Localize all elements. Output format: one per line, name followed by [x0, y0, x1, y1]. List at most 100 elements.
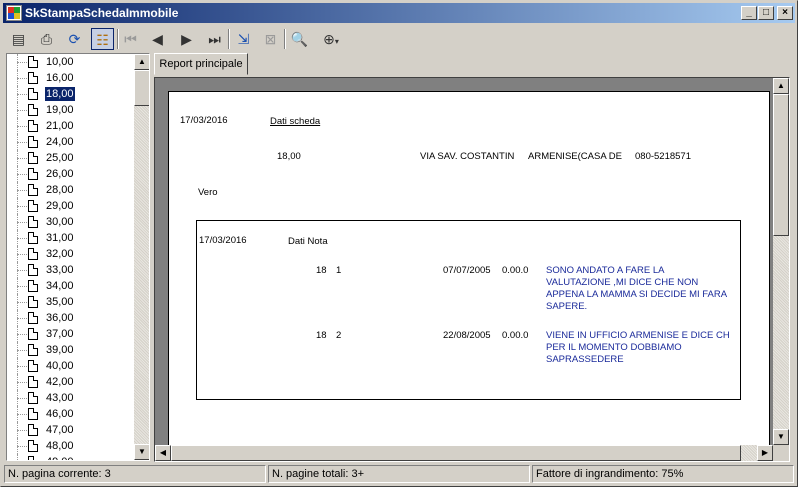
document-map-tree[interactable]: 10,00 16,00 18,00 19,00 21,00 24,00 25,00 26,00… [6, 53, 150, 461]
tree-item[interactable]: 47,00 [7, 422, 134, 438]
tree-item-label: 42,00 [46, 376, 74, 388]
tree-item-label: 19,00 [46, 104, 74, 116]
refresh-icon: ⟳ [68, 31, 81, 47]
app-icon [6, 5, 22, 21]
property-owner: ARMENISE(CASA DE [528, 151, 622, 162]
tree-line [17, 190, 27, 191]
document-icon [28, 184, 38, 196]
tree-item-label: 40,00 [46, 360, 74, 372]
tree-item[interactable]: 33,00 [7, 262, 134, 278]
tree-item[interactable]: 10,00 [7, 54, 134, 70]
tree-scrollbar[interactable]: ▲ ▼ [134, 54, 149, 460]
document-icon [28, 88, 38, 100]
last-page-button[interactable]: ⏭ [203, 28, 226, 50]
tree-item[interactable]: 48,00 [7, 438, 134, 454]
scroll-down-button[interactable]: ▼ [773, 429, 789, 445]
previous-page-button[interactable]: ◀ [146, 28, 169, 50]
tree-line [17, 174, 27, 175]
export-button[interactable]: ▤ [7, 28, 30, 50]
document-map-button[interactable]: ☷ [91, 28, 114, 50]
tree-item[interactable]: 30,00 [7, 214, 134, 230]
tree-item[interactable]: 37,00 [7, 326, 134, 342]
tree-item[interactable]: 26,00 [7, 166, 134, 182]
tree-item[interactable]: 24,00 [7, 134, 134, 150]
minimize-button[interactable]: _ [741, 6, 757, 20]
print-button[interactable]: ⎙ [35, 28, 58, 50]
previous-page-icon: ◀ [152, 31, 163, 47]
tree-item[interactable]: 25,00 [7, 150, 134, 166]
scroll-up-button[interactable]: ▲ [773, 78, 789, 94]
arrow-left-icon: ◀ [159, 448, 167, 457]
document-icon [28, 152, 38, 164]
tree-line [17, 302, 27, 303]
next-page-button[interactable]: ▶ [175, 28, 198, 50]
tab-main-report[interactable]: Report principale [154, 53, 248, 75]
tree-item-label: 21,00 [46, 120, 74, 132]
window-title: SkStampaSchedaImmobile [25, 6, 179, 20]
tree-line [17, 366, 27, 367]
scroll-thumb[interactable] [773, 94, 789, 236]
tree-list: 10,00 16,00 18,00 19,00 21,00 24,00 25,00 26,00… [7, 54, 134, 460]
scroll-left-button[interactable]: ◀ [155, 445, 171, 461]
note-text-line: VALUTAZIONE ,MI DICE CHE NON [546, 277, 699, 288]
report-horizontal-scrollbar[interactable]: ◀ ▶ [155, 445, 773, 461]
tab-strip: Report principale [154, 53, 250, 75]
first-page-button[interactable]: ⏮ [119, 28, 142, 50]
tree-line [17, 222, 27, 223]
tree-item-label: 30,00 [46, 216, 74, 228]
tree-item[interactable]: 36,00 [7, 310, 134, 326]
tree-item[interactable]: 31,00 [7, 230, 134, 246]
report-viewport[interactable]: 17/03/2016 Dati scheda 18,00 VIA SAV. CO… [154, 77, 790, 462]
document-icon [28, 248, 38, 260]
scroll-thumb[interactable] [134, 70, 149, 106]
tree-line [17, 334, 27, 335]
tree-item-label: 25,00 [46, 152, 74, 164]
arrow-up-icon: ▲ [138, 57, 146, 66]
zoom-dropdown-button[interactable]: ⊕▾ [316, 28, 346, 50]
title-bar[interactable]: SkStampaSchedaImmobile _ □ × [3, 3, 795, 23]
document-icon [28, 440, 38, 452]
scroll-corner [773, 445, 789, 461]
scroll-up-button[interactable]: ▲ [134, 54, 149, 70]
tree-item[interactable]: 42,00 [7, 374, 134, 390]
find-button[interactable]: 🔍 [288, 28, 311, 50]
go-back-button[interactable]: ⇲ [232, 28, 255, 50]
document-icon [28, 328, 38, 340]
tree-item-label: 24,00 [46, 136, 74, 148]
tree-item[interactable]: 16,00 [7, 70, 134, 86]
tree-line [17, 398, 27, 399]
scroll-down-button[interactable]: ▼ [134, 444, 149, 460]
tree-item[interactable]: 49,00 [7, 454, 134, 460]
report-header-label: Dati scheda [270, 116, 321, 127]
close-button[interactable]: × [777, 6, 793, 20]
report-vertical-scrollbar[interactable]: ▲ ▼ [773, 78, 789, 445]
tree-item[interactable]: 29,00 [7, 198, 134, 214]
tree-item[interactable]: 46,00 [7, 406, 134, 422]
tree-item[interactable]: 32,00 [7, 246, 134, 262]
tree-item[interactable]: 43,00 [7, 390, 134, 406]
tree-item[interactable]: 19,00 [7, 102, 134, 118]
refresh-button[interactable]: ⟳ [63, 28, 86, 50]
tree-line [17, 206, 27, 207]
tree-item[interactable]: 40,00 [7, 358, 134, 374]
tree-item-label: 10,00 [46, 56, 74, 68]
tree-line [17, 238, 27, 239]
tree-item[interactable]: 39,00 [7, 342, 134, 358]
tree-item[interactable]: 18,00 [7, 86, 134, 102]
note-number: 2 [336, 330, 342, 341]
tree-line [17, 254, 27, 255]
tree-item[interactable]: 34,00 [7, 278, 134, 294]
tree-item[interactable]: 35,00 [7, 294, 134, 310]
document-icon [28, 456, 38, 460]
scroll-thumb[interactable] [171, 445, 741, 461]
tree-line [17, 454, 18, 460]
tree-item[interactable]: 28,00 [7, 182, 134, 198]
note-number: 1 [336, 265, 342, 276]
stop-button[interactable]: ⊠ [259, 28, 282, 50]
document-map-icon: ☷ [96, 32, 109, 48]
document-icon [28, 280, 38, 292]
scroll-right-button[interactable]: ▶ [757, 445, 773, 461]
note-amount: 0.00.0 [502, 265, 529, 276]
tree-item[interactable]: 21,00 [7, 118, 134, 134]
maximize-button[interactable]: □ [758, 6, 774, 20]
